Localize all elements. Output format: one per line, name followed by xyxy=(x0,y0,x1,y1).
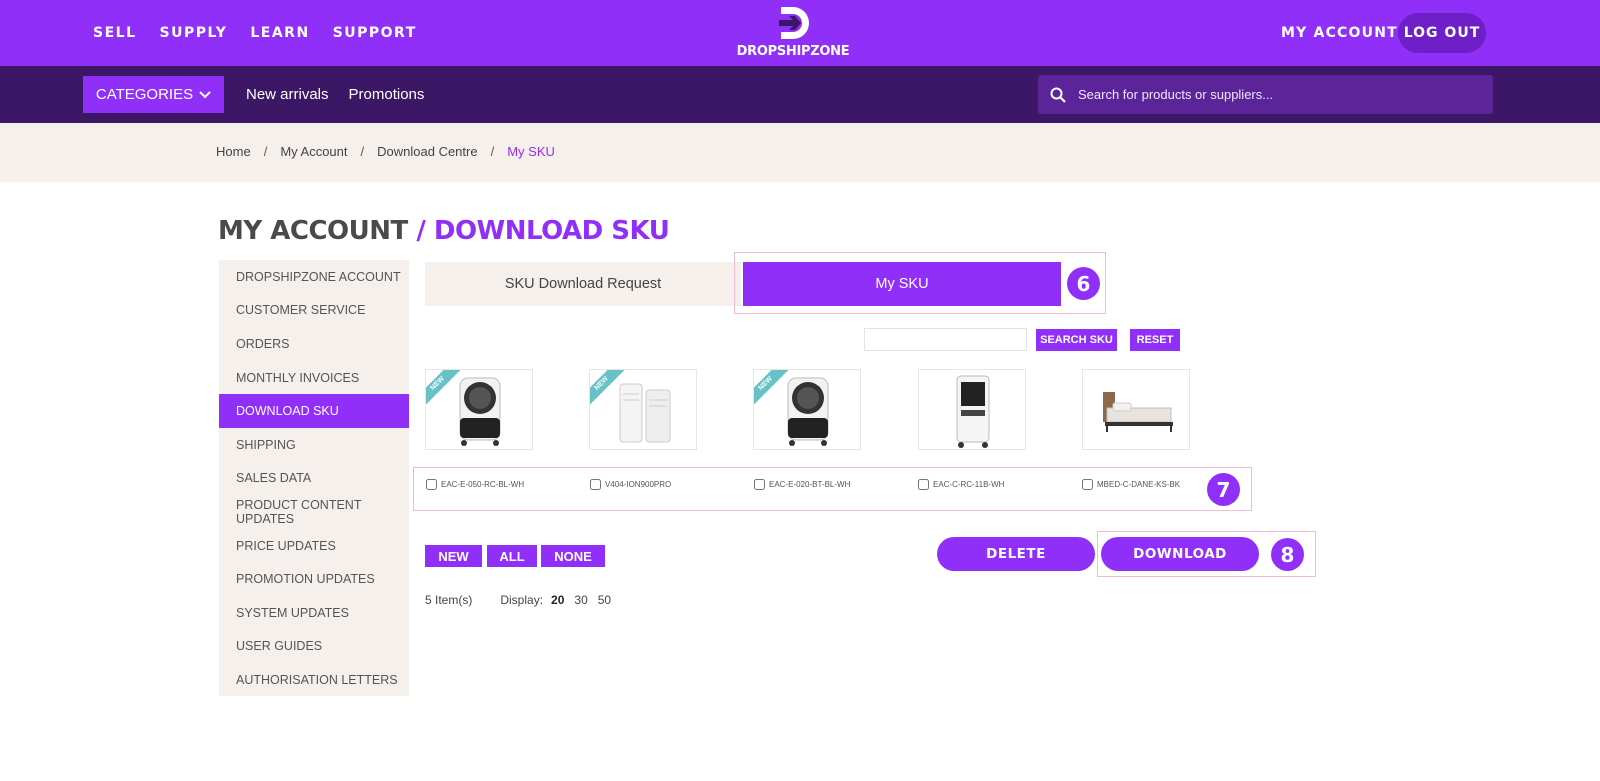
breadcrumb-home[interactable]: Home xyxy=(216,144,251,159)
sidebar-item-user-guides[interactable]: USER GUIDES xyxy=(219,630,409,664)
search-icon[interactable] xyxy=(1050,87,1066,103)
categories-button[interactable]: CATEGORIES xyxy=(83,76,224,113)
nav-promotions[interactable]: Promotions xyxy=(349,86,425,103)
sidebar: DROPSHIPZONE ACCOUNT CUSTOMER SERVICE OR… xyxy=(219,260,409,696)
search-input[interactable] xyxy=(1078,87,1478,102)
page-title: MY ACCOUNT / DOWNLOAD SKU xyxy=(218,216,670,246)
top-bar: SELL SUPPLY LEARN SUPPORT DROPSHIPZONE M… xyxy=(0,0,1600,66)
annotation-box-6 xyxy=(734,252,1106,314)
sidebar-item-sales-data[interactable]: SALES DATA xyxy=(219,462,409,496)
sidebar-item-shipping[interactable]: SHIPPING xyxy=(219,428,409,462)
nav-supply[interactable]: SUPPLY xyxy=(160,25,228,41)
my-account-link[interactable]: MY ACCOUNT xyxy=(1281,25,1398,41)
bed-frame-icon xyxy=(1103,392,1173,432)
sidebar-item-product-content-updates[interactable]: PRODUCT CONTENT UPDATES xyxy=(219,495,409,529)
search-bar xyxy=(1038,75,1493,114)
filter-none-button[interactable]: NONE xyxy=(541,545,605,567)
filter-all-button[interactable]: ALL xyxy=(487,545,537,567)
sidebar-item-price-updates[interactable]: PRICE UPDATES xyxy=(219,529,409,563)
display-option-30[interactable]: 30 xyxy=(574,593,587,607)
reset-button[interactable]: RESET xyxy=(1130,329,1180,351)
sidebar-item-customer-service[interactable]: CUSTOMER SERVICE xyxy=(219,294,409,328)
product-image-5[interactable] xyxy=(1082,369,1190,450)
logo-mark-icon xyxy=(779,7,809,39)
logout-button[interactable]: LOG OUT xyxy=(1398,13,1486,53)
product-image-2[interactable]: NEW xyxy=(589,369,697,450)
display-label: Display: xyxy=(500,593,544,607)
display-option-20[interactable]: 20 xyxy=(551,593,564,607)
tab-sku-download-request[interactable]: SKU Download Request xyxy=(425,262,741,306)
breadcrumb: Home / My Account / Download Centre / My… xyxy=(216,144,555,159)
sidebar-item-download-sku[interactable]: DOWNLOAD SKU xyxy=(219,394,409,428)
display-option-50[interactable]: 50 xyxy=(598,593,611,607)
sidebar-item-authorisation-letters[interactable]: AUTHORISATION LETTERS xyxy=(219,663,409,697)
product-image-4[interactable] xyxy=(918,369,1026,450)
sidebar-item-monthly-invoices[interactable]: MONTHLY INVOICES xyxy=(219,361,409,395)
annotation-badge-8: 8 xyxy=(1271,538,1304,571)
breadcrumb-bar: Home / My Account / Download Centre / My… xyxy=(0,123,1600,182)
tower-cooler-icon xyxy=(956,375,990,448)
logo[interactable]: DROPSHIPZONE xyxy=(731,4,855,64)
annotation-badge-7: 7 xyxy=(1207,473,1240,506)
sku-search-input[interactable] xyxy=(864,328,1027,351)
breadcrumb-download-centre[interactable]: Download Centre xyxy=(377,144,477,159)
breadcrumb-my-account[interactable]: My Account xyxy=(280,144,347,159)
top-nav: SELL SUPPLY LEARN SUPPORT xyxy=(93,25,417,41)
nav-sell[interactable]: SELL xyxy=(93,25,137,41)
page-title-account: MY ACCOUNT xyxy=(218,216,408,246)
nav-new-arrivals[interactable]: New arrivals xyxy=(246,86,329,103)
annotation-box-7 xyxy=(413,467,1252,511)
filter-new-button[interactable]: NEW xyxy=(425,545,482,567)
breadcrumb-current: My SKU xyxy=(507,144,555,159)
delete-button[interactable]: DELETE xyxy=(937,537,1095,571)
sidebar-item-orders[interactable]: ORDERS xyxy=(219,327,409,361)
sub-nav: New arrivals Promotions xyxy=(246,86,424,103)
nav-support[interactable]: SUPPORT xyxy=(333,25,417,41)
search-sku-button[interactable]: SEARCH SKU xyxy=(1036,329,1117,351)
item-count: 5 Item(s) xyxy=(425,593,473,607)
annotation-badge-6: 6 xyxy=(1067,267,1100,300)
page-title-section: / DOWNLOAD SKU xyxy=(416,216,670,246)
categories-label: CATEGORIES xyxy=(95,86,194,103)
breadcrumb-separator: / xyxy=(490,144,495,159)
nav-learn[interactable]: LEARN xyxy=(250,25,309,41)
sub-bar: CATEGORIES New arrivals Promotions xyxy=(0,66,1600,123)
pagination-info: 5 Item(s) Display: 20 30 50 xyxy=(425,593,621,607)
breadcrumb-separator: / xyxy=(263,144,268,159)
product-image-1[interactable]: NEW xyxy=(425,369,533,450)
sidebar-item-dropshipzone-account[interactable]: DROPSHIPZONE ACCOUNT xyxy=(219,260,409,294)
sidebar-item-promotion-updates[interactable]: PROMOTION UPDATES xyxy=(219,562,409,596)
logo-text: DROPSHIPZONE xyxy=(736,44,850,59)
sidebar-item-system-updates[interactable]: SYSTEM UPDATES xyxy=(219,596,409,630)
breadcrumb-separator: / xyxy=(360,144,365,159)
product-image-3[interactable]: NEW xyxy=(753,369,861,450)
chevron-down-icon xyxy=(199,90,211,98)
